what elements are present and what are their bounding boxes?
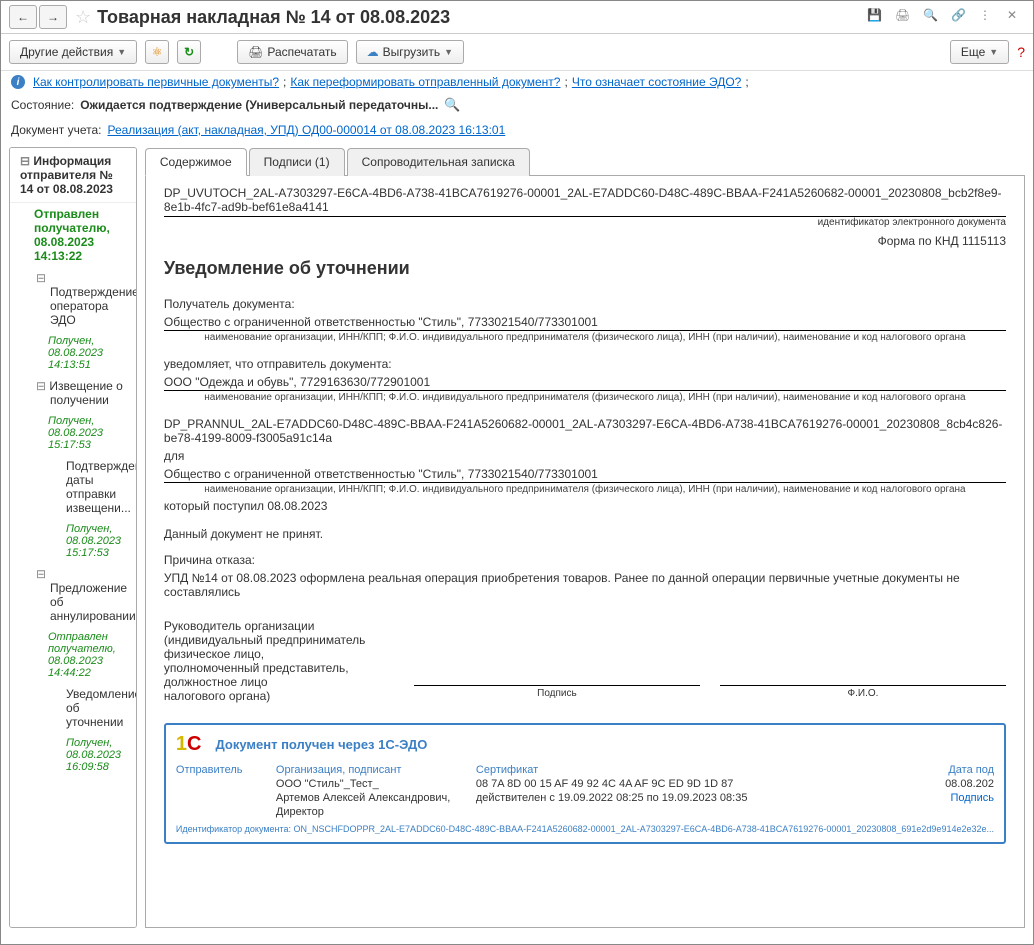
tab-content[interactable]: Содержимое bbox=[145, 148, 247, 176]
for-sublabel: наименование организации, ИНН/КПП; Ф.И.О… bbox=[164, 484, 1006, 495]
hierarchy-button[interactable]: ⚛ bbox=[145, 40, 169, 64]
nav-back-button[interactable]: ← bbox=[9, 5, 37, 29]
hierarchy-icon: ⚛ bbox=[152, 45, 163, 59]
close-icon[interactable]: ✕ bbox=[1007, 8, 1025, 26]
fio-field: Ф.И.О. bbox=[720, 685, 1006, 699]
footer-date-label: Дата под bbox=[945, 764, 994, 776]
for-label: для bbox=[164, 449, 1006, 463]
page-title: Товарная накладная № 14 от 08.08.2023 bbox=[97, 7, 867, 28]
reason-label: Причина отказа: bbox=[164, 553, 1006, 567]
tab-cover-note[interactable]: Сопроводительная записка bbox=[347, 148, 530, 176]
doc-ref-row: Документ учета: Реализация (акт, накладн… bbox=[1, 117, 1033, 147]
sender-sublabel: наименование организации, ИНН/КПП; Ф.И.О… bbox=[164, 392, 1006, 403]
chevron-down-icon: ▼ bbox=[989, 47, 998, 57]
tree-status: Получен, 08.08.2023 15:17:53 bbox=[10, 411, 136, 455]
logo-1c-icon: 1С bbox=[176, 733, 202, 756]
help-link-3[interactable]: Что означает состояние ЭДО? bbox=[572, 75, 742, 89]
doc-ref-label: Документ учета: bbox=[11, 123, 101, 137]
file-ref: DP_PRANNUL_2AL-E7ADDC60-D48C-489C-BBAA-F… bbox=[164, 417, 1006, 445]
state-label: Состояние: bbox=[11, 98, 74, 112]
footer-cert: 08 7A 8D 00 15 AF 49 92 4C 4A AF 9C ED 9… bbox=[476, 778, 748, 790]
received-text: который поступил 08.08.2023 bbox=[164, 499, 1006, 513]
tree-status: Получен, 08.08.2023 16:09:58 bbox=[10, 733, 136, 777]
help-link-2[interactable]: Как переформировать отправленный докумен… bbox=[290, 75, 560, 89]
window-header: ← → ☆ Товарная накладная № 14 от 08.08.2… bbox=[1, 1, 1033, 34]
footer-signer: Артемов Алексей Александрович, bbox=[276, 792, 456, 804]
footer-org-label: Организация, подписант bbox=[276, 764, 456, 776]
footer-role: Директор bbox=[276, 806, 456, 818]
state-value: Ожидается подтверждение (Универсальный п… bbox=[80, 98, 438, 112]
save-icon[interactable]: 💾 bbox=[867, 8, 885, 26]
toolbar: Другие действия▼ ⚛ ↻ 🖨Распечатать ☁Выгру… bbox=[1, 34, 1033, 71]
upload-button[interactable]: ☁Выгрузить▼ bbox=[356, 40, 464, 64]
tree-panel: Информация отправителя № 14 от 08.08.202… bbox=[9, 147, 137, 928]
link-icon[interactable]: 🔗 bbox=[951, 8, 969, 26]
signature-block-label: Руководитель организации (индивидуальный… bbox=[164, 619, 384, 703]
tree-sent-status: Отправлен получателю, 08.08.2023 14:13:2… bbox=[10, 203, 136, 267]
tree-status: Получен, 08.08.2023 14:13:51 bbox=[10, 331, 136, 375]
upload-icon: ☁ bbox=[367, 45, 379, 59]
tree-item-annul[interactable]: Предложение об аннулировании bbox=[10, 563, 136, 627]
sender-value: ООО "Одежда и обувь", 7729163630/7729010… bbox=[164, 375, 1006, 391]
reason-text: УПД №14 от 08.08.2023 оформлена реальная… bbox=[164, 571, 1006, 599]
refresh-icon: ↻ bbox=[184, 45, 194, 59]
recipient-value: Общество с ограниченной ответственностью… bbox=[164, 315, 1006, 331]
printer-icon: 🖨 bbox=[248, 45, 263, 59]
tree-status: Получен, 08.08.2023 15:17:53 bbox=[10, 519, 136, 563]
signature-field: Подпись bbox=[414, 685, 700, 699]
help-links: i Как контролировать первичные документы… bbox=[1, 71, 1033, 93]
tree-item-operator-confirm[interactable]: Подтверждение оператора ЭДО bbox=[10, 267, 136, 331]
tree-item-date-confirm[interactable]: Подтверждение даты отправки извещени... bbox=[10, 455, 136, 519]
footer-sign-link[interactable]: Подпись bbox=[945, 792, 994, 804]
tree-status: Отправлен получателю, 08.08.2023 14:44:2… bbox=[10, 627, 136, 683]
document-viewer: DP_UVUTOCH_2AL-A7303297-E6CA-4BD6-A738-4… bbox=[145, 176, 1025, 928]
help-link-1[interactable]: Как контролировать первичные документы? bbox=[33, 75, 279, 89]
doc-identifier: DP_UVUTOCH_2AL-A7303297-E6CA-4BD6-A738-4… bbox=[164, 186, 1006, 217]
for-org: Общество с ограниченной ответственностью… bbox=[164, 467, 1006, 483]
other-actions-button[interactable]: Другие действия▼ bbox=[9, 40, 137, 64]
print-icon[interactable]: 🖨 bbox=[895, 8, 913, 26]
footer-date: 08.08.202 bbox=[945, 778, 994, 790]
recipient-label: Получатель документа: bbox=[164, 297, 1006, 311]
tree-root[interactable]: Информация отправителя № 14 от 08.08.202… bbox=[10, 148, 136, 203]
rejected-text: Данный документ не принят. bbox=[164, 527, 1006, 541]
form-code: Форма по КНД 1115113 bbox=[164, 234, 1006, 248]
footer-cert-valid: действителен с 19.09.2022 08:25 по 19.09… bbox=[476, 792, 748, 804]
tree-item-clarification[interactable]: Уведомление об уточнении bbox=[10, 683, 136, 733]
print-button[interactable]: 🖨Распечатать bbox=[237, 40, 347, 64]
tab-signatures[interactable]: Подписи (1) bbox=[249, 148, 345, 176]
info-icon: i bbox=[11, 75, 25, 89]
footer-sender-label: Отправитель bbox=[176, 764, 256, 776]
state-row: Состояние: Ожидается подтверждение (Унив… bbox=[1, 93, 1033, 117]
doc-id-caption: идентификатор электронного документа bbox=[164, 217, 1006, 228]
footer-cert-label: Сертификат bbox=[476, 764, 748, 776]
chevron-down-icon: ▼ bbox=[444, 47, 453, 57]
footer-doc-id: Идентификатор документа: ON_NSCHFDOPPR_2… bbox=[176, 824, 994, 834]
help-icon[interactable]: ? bbox=[1017, 44, 1025, 60]
refresh-button[interactable]: ↻ bbox=[177, 40, 201, 64]
preview-icon[interactable]: 🔍 bbox=[923, 8, 941, 26]
footer-org: ООО "Стиль"_Тест_ bbox=[276, 778, 456, 790]
doc-ref-link[interactable]: Реализация (акт, накладная, УПД) ОД00-00… bbox=[107, 123, 505, 137]
tab-bar: Содержимое Подписи (1) Сопроводительная … bbox=[145, 147, 1025, 176]
edo-footer: 1С Документ получен через 1С-ЭДО Отправи… bbox=[164, 723, 1006, 844]
more-button[interactable]: Еще▼ bbox=[950, 40, 1009, 64]
chevron-down-icon: ▼ bbox=[117, 47, 126, 57]
tree-item-receipt-notice[interactable]: Извещение о получении bbox=[10, 375, 136, 411]
footer-title: Документ получен через 1С-ЭДО bbox=[215, 737, 427, 752]
doc-heading: Уведомление об уточнении bbox=[164, 258, 1006, 279]
nav-forward-button[interactable]: → bbox=[39, 5, 67, 29]
favorite-icon[interactable]: ☆ bbox=[75, 7, 91, 28]
notifies-text: уведомляет, что отправитель документа: bbox=[164, 357, 1006, 371]
recipient-sublabel: наименование организации, ИНН/КПП; Ф.И.О… bbox=[164, 332, 1006, 343]
more-icon[interactable]: ⋮ bbox=[979, 8, 997, 26]
search-icon[interactable]: 🔍 bbox=[444, 97, 460, 113]
